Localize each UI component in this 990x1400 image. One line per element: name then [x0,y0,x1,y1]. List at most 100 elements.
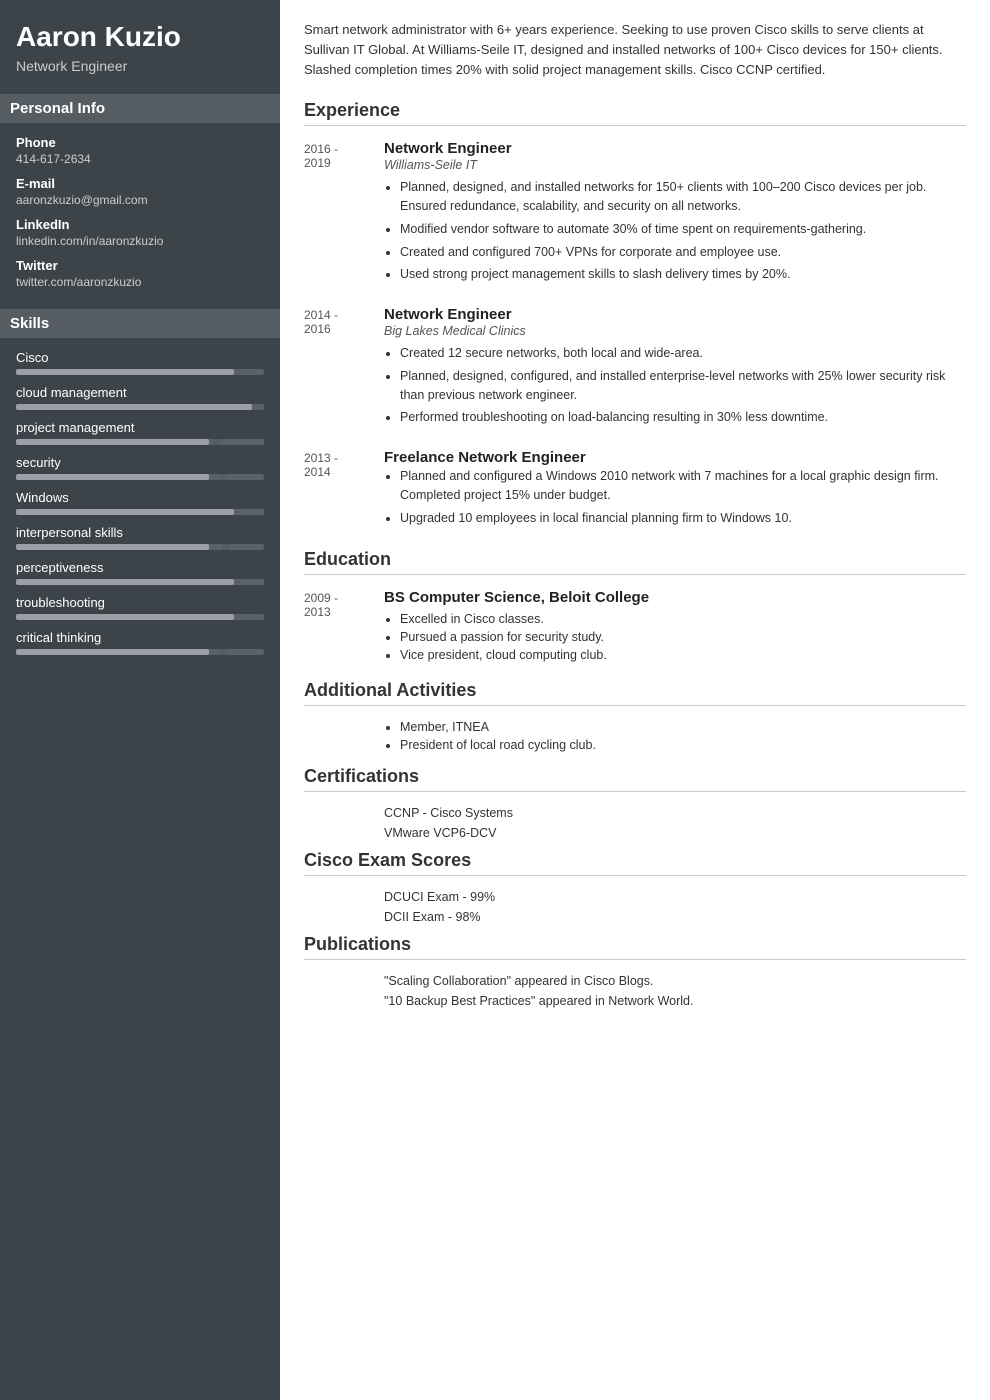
phone-label: Phone [16,135,264,150]
company-name: Big Lakes Medical Clinics [384,324,966,338]
job-title: Network Engineer [384,140,966,157]
job-title: Network Engineer [384,306,966,323]
skill-name: interpersonal skills [16,525,264,540]
skill-bar-fill [16,579,234,585]
skill-bar-background [16,439,264,445]
skill-bar-fill [16,614,234,620]
email-label: E-mail [16,176,264,191]
education-content: BS Computer Science, Beloit College Excel… [384,589,966,666]
twitter-value: twitter.com/aaronzkuzio [16,275,264,289]
activities-title: Additional Activities [304,680,966,706]
skill-bar-fill [16,544,209,550]
experience-content: Network EngineerBig Lakes Medical Clinic… [384,306,966,431]
experience-list: 2016 - 2019Network EngineerWilliams-Seil… [304,140,966,531]
bullet-item: Created and configured 700+ VPNs for cor… [400,243,966,262]
skill-bar-background [16,509,264,515]
bullet-item: Planned, designed, and installed network… [400,178,966,216]
skill-bar-marker [214,439,222,445]
skill-item: security [16,455,264,480]
skill-bar-fill [16,369,234,375]
bullet-item: Created 12 secure networks, both local a… [400,344,966,363]
experience-dates: 2014 - 2016 [304,306,384,431]
education-dates: 2009 - 2013 [304,589,384,666]
candidate-name: Aaron Kuzio [16,20,264,54]
skill-name: cloud management [16,385,264,400]
skill-bar-background [16,579,264,585]
experience-item: 2014 - 2016Network EngineerBig Lakes Med… [304,306,966,431]
linkedin-label: LinkedIn [16,217,264,232]
education-bullets: Excelled in Cisco classes.Pursued a pass… [384,612,966,662]
education-section: Education 2009 - 2013BS Computer Science… [304,549,966,666]
skill-name: Cisco [16,350,264,365]
skill-name: critical thinking [16,630,264,645]
exam-scores-list: DCUCI Exam - 99% DCII Exam - 98% [304,890,966,924]
degree-title: BS Computer Science, Beloit College [384,589,966,606]
education-item: 2009 - 2013BS Computer Science, Beloit C… [304,589,966,666]
bullet-item: Planned, designed, configured, and insta… [400,367,966,405]
bullet-item: Pursued a passion for security study. [400,630,966,644]
skill-bar-fill [16,439,209,445]
skill-bar-fill [16,509,234,515]
job-title: Freelance Network Engineer [384,449,966,466]
email-value: aaronzkuzio@gmail.com [16,193,264,207]
experience-content: Network EngineerWilliams-Seile ITPlanned… [384,140,966,288]
experience-item: 2013 - 2014Freelance Network EngineerPla… [304,449,966,531]
publications-section: Publications "Scaling Collaboration" app… [304,934,966,1008]
certifications-section: Certifications CCNP - Cisco Systems VMwar… [304,766,966,840]
activities-section: Additional Activities Member, ITNEA Presi… [304,680,966,752]
linkedin-value: linkedin.com/in/aaronzkuzio [16,234,264,248]
personal-info-section-title: Personal Info [0,94,280,123]
exam-scores-title: Cisco Exam Scores [304,850,966,876]
activity-item: Member, ITNEA [400,720,966,734]
exam-score-item: DCII Exam - 98% [384,910,966,924]
skill-bar-background [16,369,264,375]
certifications-list: CCNP - Cisco Systems VMware VCP6-DCV [304,806,966,840]
certifications-title: Certifications [304,766,966,792]
skill-bar-marker [222,544,230,550]
skill-name: Windows [16,490,264,505]
experience-section: Experience 2016 - 2019Network EngineerWi… [304,100,966,531]
publications-list: "Scaling Collaboration" appeared in Cisc… [304,974,966,1008]
skill-item: troubleshooting [16,595,264,620]
skill-bar-fill [16,404,252,410]
experience-item: 2016 - 2019Network EngineerWilliams-Seil… [304,140,966,288]
twitter-label: Twitter [16,258,264,273]
skill-bar-fill [16,649,209,655]
candidate-title: Network Engineer [16,58,264,74]
experience-title: Experience [304,100,966,126]
activity-item: President of local road cycling club. [400,738,966,752]
bullet-item: Performed troubleshooting on load-balanc… [400,408,966,427]
publication-item: "Scaling Collaboration" appeared in Cisc… [384,974,966,988]
education-title: Education [304,549,966,575]
skill-bar-marker [219,649,227,655]
skill-name: project management [16,420,264,435]
skill-bar-background [16,404,264,410]
bullet-item: Planned and configured a Windows 2010 ne… [400,467,966,505]
main-content: Smart network administrator with 6+ year… [280,0,990,1400]
publications-title: Publications [304,934,966,960]
experience-bullets: Planned, designed, and installed network… [384,178,966,284]
activities-list: Member, ITNEA President of local road cyc… [384,720,966,752]
bullet-item: Upgraded 10 employees in local financial… [400,509,966,528]
skill-bar-marker [219,474,227,480]
phone-value: 414-617-2634 [16,152,264,166]
bullet-item: Vice president, cloud computing club. [400,648,966,662]
experience-dates: 2016 - 2019 [304,140,384,288]
activities-content: Member, ITNEA President of local road cyc… [384,720,966,752]
skill-bar-background [16,649,264,655]
skill-item: interpersonal skills [16,525,264,550]
skill-item: project management [16,420,264,445]
skill-bar-fill [16,474,209,480]
skill-item: Cisco [16,350,264,375]
experience-bullets: Planned and configured a Windows 2010 ne… [384,467,966,527]
skill-item: critical thinking [16,630,264,655]
certification-item: VMware VCP6-DCV [384,826,966,840]
skill-item: cloud management [16,385,264,410]
publication-item: "10 Backup Best Practices" appeared in N… [384,994,966,1008]
exam-score-item: DCUCI Exam - 99% [384,890,966,904]
skills-section-title: Skills [0,309,280,338]
exam-scores-section: Cisco Exam Scores DCUCI Exam - 99% DCII E… [304,850,966,924]
skill-name: perceptiveness [16,560,264,575]
certification-item: CCNP - Cisco Systems [384,806,966,820]
skill-name: troubleshooting [16,595,264,610]
